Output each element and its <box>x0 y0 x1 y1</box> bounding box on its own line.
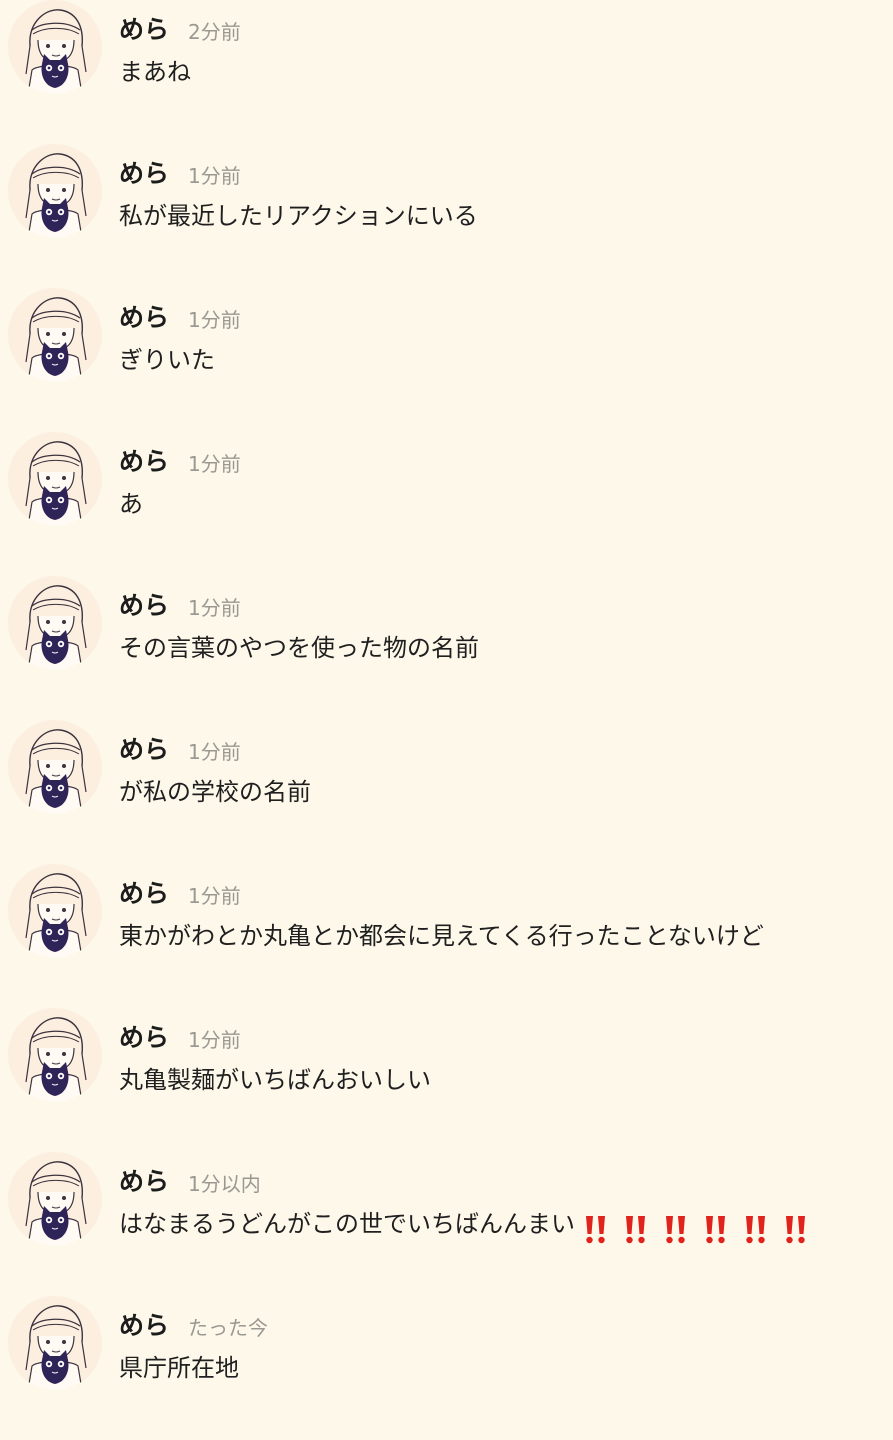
double-exclamation-icon <box>746 1216 765 1244</box>
message-body: はなまるうどんがこの世でいちばんんまい <box>119 1210 575 1238</box>
message-text: 私が最近したリアクションにいる <box>119 200 478 232</box>
double-exclamation-icon <box>626 1216 645 1244</box>
message-item: めら たった今 県庁所在地 <box>0 1296 893 1440</box>
message-item: めら 1分以内 はなまるうどんがこの世でいちばんんまい <box>0 1152 893 1296</box>
username[interactable]: めら <box>119 14 169 46</box>
user-avatar-icon[interactable] <box>8 144 102 238</box>
timestamp: 1分前 <box>188 308 241 332</box>
message-body: 丸亀製麺がいちばんおいしい <box>119 1066 431 1094</box>
user-avatar-icon[interactable] <box>8 288 102 382</box>
message-list: めら 2分前 まあね めら 1分前 私が最近したリアクションにいる めら 1分前… <box>0 0 893 1390</box>
user-avatar-icon[interactable] <box>8 864 102 958</box>
username[interactable]: めら <box>119 446 169 478</box>
timestamp: 1分前 <box>188 164 241 188</box>
message-text: あ <box>119 488 143 520</box>
timestamp: 2分前 <box>188 20 241 44</box>
emoji-group <box>583 1212 823 1244</box>
username[interactable]: めら <box>119 302 169 334</box>
username[interactable]: めら <box>119 878 169 910</box>
message-body: ぎりいた <box>119 346 215 374</box>
user-avatar-icon[interactable] <box>8 1152 102 1246</box>
message-body: が私の学校の名前 <box>119 778 311 806</box>
message-text: その言葉のやつを使った物の名前 <box>119 632 479 664</box>
user-avatar-icon[interactable] <box>8 1296 102 1390</box>
username[interactable]: めら <box>119 1022 169 1054</box>
timestamp: たった今 <box>188 1316 268 1340</box>
username[interactable]: めら <box>119 1310 169 1342</box>
timestamp: 1分前 <box>188 452 241 476</box>
message-item: めら 1分前 あ <box>0 432 893 576</box>
message-text: まあね <box>119 56 191 88</box>
message-body: 私が最近したリアクションにいる <box>119 202 478 230</box>
message-item: めら 1分前 その言葉のやつを使った物の名前 <box>0 576 893 720</box>
message-body: まあね <box>119 58 191 86</box>
double-exclamation-icon <box>586 1216 605 1244</box>
double-exclamation-icon <box>706 1216 725 1244</box>
message-item: めら 1分前 東かがわとか丸亀とか都会に見えてくる行ったことないけど <box>0 864 893 1008</box>
message-text: はなまるうどんがこの世でいちばんんまい <box>119 1208 823 1244</box>
message-text: が私の学校の名前 <box>119 776 311 808</box>
user-avatar-icon[interactable] <box>8 720 102 814</box>
message-item: めら 1分前 私が最近したリアクションにいる <box>0 144 893 288</box>
message-text: 丸亀製麺がいちばんおいしい <box>119 1064 431 1096</box>
message-item: めら 2分前 まあね <box>0 0 893 144</box>
message-item: めら 1分前 が私の学校の名前 <box>0 720 893 864</box>
user-avatar-icon[interactable] <box>8 576 102 670</box>
message-item: めら 1分前 丸亀製麺がいちばんおいしい <box>0 1008 893 1152</box>
message-item: めら 1分前 ぎりいた <box>0 288 893 432</box>
user-avatar-icon[interactable] <box>8 432 102 526</box>
timestamp: 1分以内 <box>188 1172 261 1196</box>
username[interactable]: めら <box>119 734 169 766</box>
message-body: 県庁所在地 <box>119 1354 239 1382</box>
username[interactable]: めら <box>119 1166 169 1198</box>
double-exclamation-icon <box>786 1216 805 1244</box>
timestamp: 1分前 <box>188 596 241 620</box>
message-body: あ <box>119 490 143 518</box>
message-body: その言葉のやつを使った物の名前 <box>119 634 479 662</box>
timestamp: 1分前 <box>188 884 241 908</box>
user-avatar-icon[interactable] <box>8 0 102 94</box>
user-avatar-icon[interactable] <box>8 1008 102 1102</box>
message-body: 東かがわとか丸亀とか都会に見えてくる行ったことないけど <box>119 922 764 950</box>
username[interactable]: めら <box>119 590 169 622</box>
double-exclamation-icon <box>666 1216 685 1244</box>
timestamp: 1分前 <box>188 1028 241 1052</box>
username[interactable]: めら <box>119 158 169 190</box>
message-text: 県庁所在地 <box>119 1352 239 1384</box>
timestamp: 1分前 <box>188 740 241 764</box>
message-text: 東かがわとか丸亀とか都会に見えてくる行ったことないけど <box>119 920 764 952</box>
message-text: ぎりいた <box>119 344 215 376</box>
